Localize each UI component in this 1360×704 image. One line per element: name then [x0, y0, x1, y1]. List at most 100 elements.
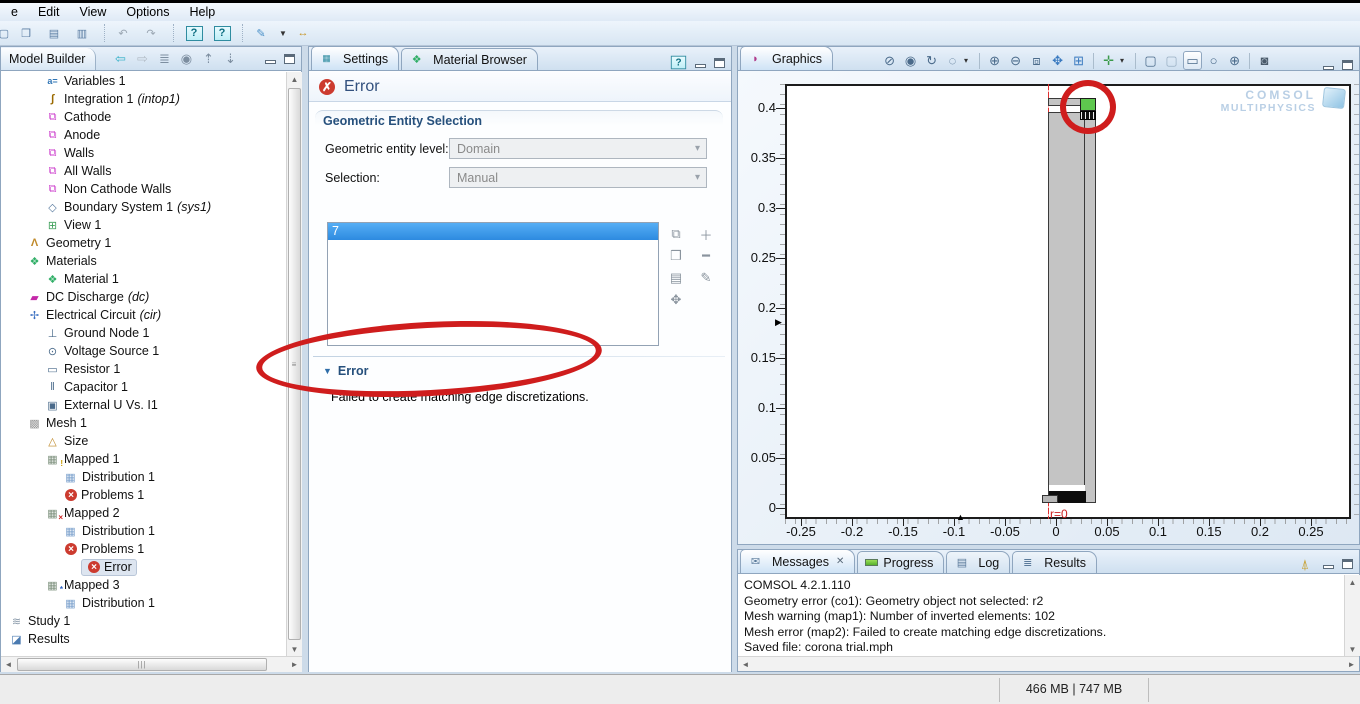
- minimize-icon[interactable]: [265, 60, 276, 64]
- messages-vertical-scrollbar[interactable]: ▲ ▼: [1344, 575, 1360, 656]
- tree-item-materials[interactable]: ❖Materials: [1, 252, 285, 270]
- zoom-out-icon[interactable]: ⊖: [1006, 51, 1025, 70]
- view-options-icon[interactable]: ◌: [943, 51, 962, 70]
- selection-list-item[interactable]: 7: [328, 223, 658, 240]
- tree-item-variables-1[interactable]: a=Variables 1: [1, 72, 285, 90]
- show-object-icon[interactable]: ◉: [901, 51, 920, 70]
- tree-item-ground-node-1[interactable]: ⊥Ground Node 1: [1, 324, 285, 342]
- tree-item-geometry-1[interactable]: ΛGeometry 1: [1, 234, 285, 252]
- hide-object-icon[interactable]: ⊘: [880, 51, 899, 70]
- tree-item-distribution-1[interactable]: ▦Distribution 1: [1, 468, 285, 486]
- tree-item-all-walls[interactable]: ⧉All Walls: [1, 162, 285, 180]
- close-tab-icon[interactable]: ✕: [836, 556, 844, 567]
- tab-progress[interactable]: Progress: [857, 551, 944, 573]
- maximize-icon[interactable]: [714, 58, 725, 68]
- maximize-icon[interactable]: [1342, 60, 1353, 70]
- measure-icon[interactable]: ↔: [293, 23, 317, 43]
- tree-vertical-scrollbar[interactable]: ▲ ≡ ▼: [286, 72, 302, 656]
- error-section-header[interactable]: ▼ Error: [323, 364, 369, 378]
- tree-item-material-1[interactable]: ❖Material 1: [1, 270, 285, 288]
- collapse-all-icon[interactable]: ≣: [154, 50, 174, 68]
- clear-selection-icon[interactable]: ✎: [695, 268, 717, 288]
- tree-item-cathode[interactable]: ⧉Cathode: [1, 108, 285, 126]
- tree-item-results[interactable]: ◪Results: [1, 630, 285, 648]
- tab-results[interactable]: ≣Results: [1012, 551, 1097, 573]
- tree-item-view-1[interactable]: ⊞View 1: [1, 216, 285, 234]
- zoom-in-icon[interactable]: ⊕: [985, 51, 1004, 70]
- minimize-icon[interactable]: [695, 64, 706, 68]
- undo-icon[interactable]: ↶: [113, 23, 137, 43]
- back-icon[interactable]: ⇦: [110, 50, 130, 68]
- tree-item-study-1[interactable]: ≋Study 1: [1, 612, 285, 630]
- tree-horizontal-scrollbar[interactable]: ◄ ||| ►: [1, 656, 302, 672]
- tree-item-external-u-vs-i1[interactable]: ▣External U Vs. I1: [1, 396, 285, 414]
- selected-domain-highlight[interactable]: [1080, 98, 1096, 111]
- menu-help[interactable]: Help: [180, 4, 224, 20]
- tree-item-capacitor-1[interactable]: ‖Capacitor 1: [1, 378, 285, 396]
- selection-list[interactable]: 7: [327, 222, 659, 346]
- geometry-main-column[interactable]: [1048, 112, 1096, 503]
- tree-item-size[interactable]: △Size: [1, 432, 285, 450]
- tree-item-mapped-1[interactable]: ▦!Mapped 1: [1, 450, 285, 468]
- dynamic-help-icon[interactable]: ?: [671, 56, 686, 70]
- file-menu-partial[interactable]: e: [2, 4, 27, 20]
- zoom-box-icon[interactable]: ⧈: [1027, 51, 1046, 70]
- save-icon[interactable]: ▤: [44, 23, 68, 43]
- tree-item-voltage-source-1[interactable]: ⊙Voltage Source 1: [1, 342, 285, 360]
- tree-item-problems-1[interactable]: ×Problems 1: [1, 540, 285, 558]
- tree-item-mapped-3[interactable]: ▦*Mapped 3: [1, 576, 285, 594]
- show-options-icon[interactable]: ◉: [176, 50, 196, 68]
- dropdown-caret-icon[interactable]: ▾: [964, 56, 974, 65]
- tree-item-anode[interactable]: ⧉Anode: [1, 126, 285, 144]
- dropdown-caret-icon[interactable]: ▾: [1120, 56, 1130, 65]
- dropdown-caret-icon[interactable]: ▼: [279, 29, 289, 38]
- print-icon[interactable]: ▥: [72, 23, 96, 43]
- messages-horizontal-scrollbar[interactable]: ◄ ►: [738, 656, 1359, 671]
- maximize-icon[interactable]: [1342, 559, 1353, 569]
- graphics-canvas[interactable]: 0.40.350.30.250.20.150.10.050-0.25-0.2-0…: [738, 71, 1359, 544]
- tree-item-dc-discharge[interactable]: ▰DC Discharge(dc): [1, 288, 285, 306]
- tree-item-distribution-1[interactable]: ▦Distribution 1: [1, 594, 285, 612]
- axis-orientation-icon[interactable]: ✛: [1099, 51, 1118, 70]
- redo-icon[interactable]: ↷: [141, 23, 165, 43]
- create-selection-icon[interactable]: ⧉: [665, 224, 687, 244]
- tree-item-integration-1[interactable]: ∫Integration 1(intop1): [1, 90, 285, 108]
- snapshot-icon[interactable]: ◙: [1255, 51, 1274, 70]
- forward-icon[interactable]: ⇨: [132, 50, 152, 68]
- tab-messages[interactable]: ✉Messages✕: [740, 549, 855, 573]
- remove-from-selection-icon[interactable]: ━: [695, 246, 717, 266]
- zoom-selected-icon[interactable]: ✥: [1048, 51, 1067, 70]
- paste-selection-icon[interactable]: ❒: [665, 246, 687, 266]
- menu-edit[interactable]: Edit: [29, 4, 69, 20]
- reset-view-icon[interactable]: ↻: [922, 51, 941, 70]
- move-down-icon[interactable]: ⇣: [220, 50, 240, 68]
- zoom-extents-icon[interactable]: ⊞: [1069, 51, 1088, 70]
- tree-item-mesh-1[interactable]: ▩Mesh 1: [1, 414, 285, 432]
- open-file-icon[interactable]: ❒: [16, 23, 40, 43]
- messages-log[interactable]: COMSOL 4.2.1.110Geometry error (co1): Ge…: [738, 575, 1343, 655]
- add-to-selection-icon[interactable]: ＋: [695, 224, 717, 244]
- rectangle-select-icon[interactable]: ▭: [1183, 51, 1202, 70]
- ellipse-select-icon[interactable]: ○: [1204, 51, 1223, 70]
- menu-view[interactable]: View: [71, 4, 116, 20]
- zoom-to-selection-icon[interactable]: ✥: [665, 290, 687, 310]
- tab-settings[interactable]: ▦ Settings: [311, 46, 399, 70]
- tab-graphics[interactable]: ◗ Graphics: [740, 46, 833, 70]
- deselect-icon[interactable]: ▢: [1162, 51, 1181, 70]
- help-icon[interactable]: ?: [182, 23, 206, 43]
- new-file-icon[interactable]: ▢: [0, 23, 12, 43]
- context-help-icon[interactable]: ?: [210, 23, 234, 43]
- tree-item-problems-1[interactable]: ×Problems 1: [1, 486, 285, 504]
- tree-item-electrical-circuit[interactable]: ✢Electrical Circuit(cir): [1, 306, 285, 324]
- selection-select[interactable]: Manual: [449, 167, 707, 188]
- tree-item-mapped-2[interactable]: ▦×Mapped 2: [1, 504, 285, 522]
- move-up-icon[interactable]: ⇡: [198, 50, 218, 68]
- menu-options[interactable]: Options: [117, 4, 178, 20]
- tree-item-distribution-1[interactable]: ▦Distribution 1: [1, 522, 285, 540]
- minimize-icon[interactable]: [1323, 565, 1334, 569]
- tree-item-resistor-1[interactable]: ▭Resistor 1: [1, 360, 285, 378]
- tab-log[interactable]: ▤Log: [946, 551, 1010, 573]
- tree-item-boundary-system-1[interactable]: ◇Boundary System 1(sys1): [1, 198, 285, 216]
- tree-item-non-cathode-walls[interactable]: ⧉Non Cathode Walls: [1, 180, 285, 198]
- geometric-entity-level-select[interactable]: Domain: [449, 138, 707, 159]
